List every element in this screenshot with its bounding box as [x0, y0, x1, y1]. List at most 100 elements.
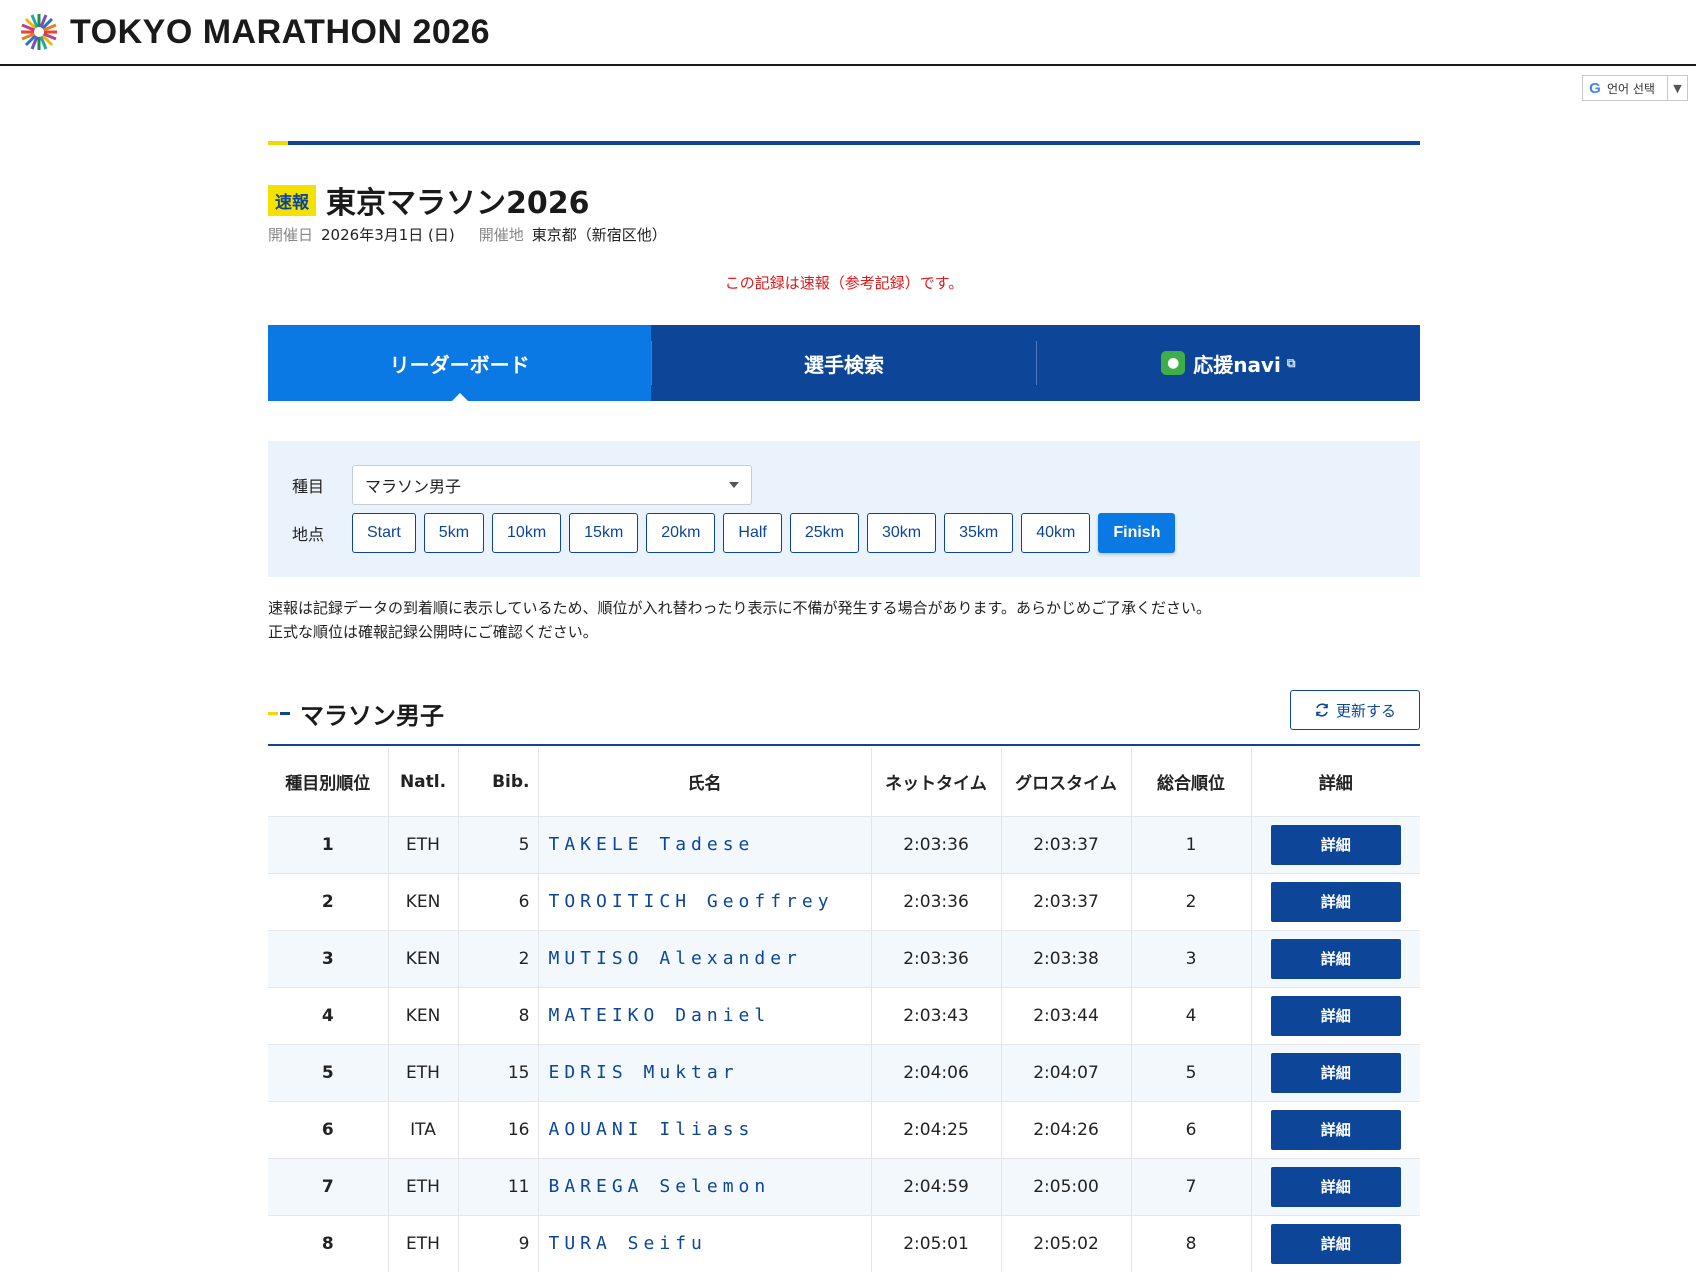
net-time-cell: 2:04:06	[871, 1043, 1002, 1101]
natl-cell: KEN	[388, 872, 459, 930]
event-select[interactable]: マラソン男子	[352, 465, 752, 505]
natl-cell: ETH	[388, 815, 459, 873]
rank-cell: 3	[268, 929, 389, 987]
detail-cell: 詳細	[1251, 815, 1420, 873]
gross-time-cell: 2:04:07	[1001, 1043, 1132, 1101]
header-gross-time: グロスタイム	[1001, 748, 1132, 816]
logo-text: TOKYO MARATHON 2026	[70, 12, 491, 51]
venue-value: 東京都（新宿区他）	[531, 226, 667, 244]
gross-time-cell: 2:05:00	[1001, 1157, 1132, 1215]
bib-cell: 2	[458, 929, 539, 987]
detail-cell: 詳細	[1251, 872, 1420, 930]
google-icon: G	[1589, 79, 1601, 97]
natl-cell: ETH	[388, 1043, 459, 1101]
rank-cell: 2	[268, 872, 389, 930]
table-row: 8 ETH 9 TURA Seifu 2:05:01 2:05:02 8 詳細	[268, 1214, 1420, 1272]
preliminary-notice: この記録は速報（参考記録）です。	[724, 274, 964, 292]
detail-button[interactable]: 詳細	[1270, 938, 1401, 979]
point-button-half[interactable]: Half	[723, 513, 782, 553]
point-button-20km[interactable]: 20km	[646, 513, 716, 553]
tab-runner-search-label: 選手検索	[803, 352, 884, 377]
net-time-cell: 2:04:25	[871, 1100, 1002, 1158]
refresh-icon	[1316, 703, 1328, 717]
language-select[interactable]: G 언어 선택 ▼	[1582, 75, 1688, 101]
ouen-navi-app-icon: ●	[1161, 351, 1186, 375]
site-logo[interactable]: TOKYO MARATHON 2026	[18, 11, 490, 53]
detail-button[interactable]: 詳細	[1270, 995, 1401, 1036]
runner-name-link[interactable]: MATEIKO Daniel	[538, 986, 872, 1044]
overall-rank-cell: 4	[1131, 986, 1252, 1044]
point-button-40km[interactable]: 40km	[1021, 513, 1091, 553]
header-natl: Natl.	[388, 748, 459, 816]
detail-button[interactable]: 詳細	[1270, 1052, 1401, 1093]
tokyo-marathon-logo-icon	[21, 14, 57, 50]
table-row: 6 ITA 16 AOUANI Iliass 2:04:25 2:04:26 6…	[268, 1100, 1420, 1158]
point-button-start[interactable]: Start	[352, 513, 416, 553]
runner-name-link[interactable]: TOROITICH Geoffrey	[538, 872, 872, 930]
overall-rank-cell: 8	[1131, 1214, 1252, 1272]
detail-button[interactable]: 詳細	[1270, 1223, 1401, 1264]
rank-cell: 6	[268, 1100, 389, 1158]
disclaimer-line-1: 速報は記録データの到着順に表示しているため、順位が入れ替わったり表示に不備が発生…	[268, 599, 1212, 617]
overall-rank-cell: 6	[1131, 1100, 1252, 1158]
natl-cell: ETH	[388, 1214, 459, 1272]
dropdown-arrow-icon: ▼	[1667, 76, 1687, 100]
runner-name-link[interactable]: TURA Seifu	[538, 1214, 872, 1272]
natl-cell: ETH	[388, 1157, 459, 1215]
event-label: 種目	[292, 477, 325, 496]
bib-cell: 15	[458, 1043, 539, 1101]
point-buttons: Start 5km 10km 15km 20km Half 25km 30km …	[352, 513, 1176, 553]
header-name: 氏名	[538, 748, 872, 816]
runner-name-link[interactable]: TAKELE Tadese	[538, 815, 872, 873]
detail-cell: 詳細	[1251, 1100, 1420, 1158]
rank-cell: 5	[268, 1043, 389, 1101]
point-button-35km[interactable]: 35km	[944, 513, 1014, 553]
point-button-15km[interactable]: 15km	[569, 513, 639, 553]
filter-panel: 種目 マラソン男子 地点 Start 5km 10km 15km 20km Ha…	[268, 441, 1420, 577]
gross-time-cell: 2:03:38	[1001, 929, 1132, 987]
header-detail: 詳細	[1251, 748, 1420, 816]
point-button-10km[interactable]: 10km	[492, 513, 562, 553]
runner-name-link[interactable]: MUTISO Alexander	[538, 929, 872, 987]
runner-name-link[interactable]: AOUANI Iliass	[538, 1100, 872, 1158]
net-time-cell: 2:03:36	[871, 872, 1002, 930]
rank-cell: 1	[268, 815, 389, 873]
overall-rank-cell: 7	[1131, 1157, 1252, 1215]
header-overall-rank: 総合順位	[1131, 748, 1252, 816]
detail-button[interactable]: 詳細	[1270, 824, 1401, 865]
overall-rank-cell: 1	[1131, 815, 1252, 873]
gross-time-cell: 2:03:37	[1001, 872, 1132, 930]
gross-time-cell: 2:05:02	[1001, 1214, 1132, 1272]
tab-leaderboard[interactable]: リーダーボード	[268, 325, 652, 401]
detail-button[interactable]: 詳細	[1270, 1166, 1401, 1207]
point-button-finish[interactable]: Finish	[1098, 513, 1176, 553]
point-button-5km[interactable]: 5km	[423, 513, 485, 553]
net-time-cell: 2:03:36	[871, 929, 1002, 987]
table-row: 3 KEN 2 MUTISO Alexander 2:03:36 2:03:38…	[268, 929, 1420, 987]
event-meta: 開催日 2026年3月1日 (日) 開催地 東京都（新宿区他）	[268, 224, 667, 245]
detail-button[interactable]: 詳細	[1270, 881, 1401, 922]
point-button-30km[interactable]: 30km	[866, 513, 937, 553]
tab-ouen-navi[interactable]: ● 応援navi ⧉	[1037, 325, 1420, 401]
detail-cell: 詳細	[1251, 1214, 1420, 1272]
section-title: マラソン男子	[268, 696, 444, 731]
gross-time-cell: 2:03:44	[1001, 986, 1132, 1044]
rank-cell: 8	[268, 1214, 389, 1272]
net-time-cell: 2:05:01	[871, 1214, 1002, 1272]
detail-button[interactable]: 詳細	[1270, 1109, 1401, 1150]
tab-runner-search[interactable]: 選手検索	[652, 325, 1035, 401]
table-row: 5 ETH 15 EDRIS Muktar 2:04:06 2:04:07 5 …	[268, 1043, 1420, 1101]
runner-name-link[interactable]: EDRIS Muktar	[538, 1043, 872, 1101]
gross-time-cell: 2:03:37	[1001, 815, 1132, 873]
refresh-button[interactable]: 更新する	[1290, 690, 1420, 730]
runner-name-link[interactable]: BAREGA Selemon	[538, 1157, 872, 1215]
point-button-25km[interactable]: 25km	[789, 513, 859, 553]
site-header: TOKYO MARATHON 2026	[0, 0, 1696, 66]
table-row: 2 KEN 6 TOROITICH Geoffrey 2:03:36 2:03:…	[268, 872, 1420, 930]
chevron-down-icon	[729, 482, 739, 488]
natl-cell: ITA	[388, 1100, 459, 1158]
date-label: 開催日	[268, 226, 314, 244]
point-label: 地点	[292, 525, 325, 544]
net-time-cell: 2:04:59	[871, 1157, 1002, 1215]
bib-cell: 5	[458, 815, 539, 873]
